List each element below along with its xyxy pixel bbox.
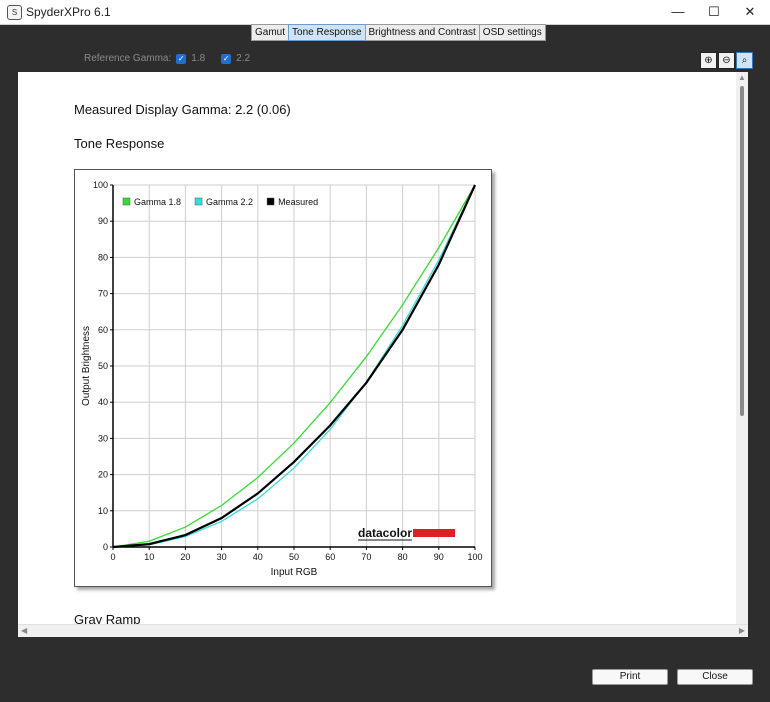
y-tick-label: 70 [98, 289, 108, 299]
y-tick-label: 10 [98, 506, 108, 516]
tab-brightness-contrast[interactable]: Brightness and Contrast [364, 24, 480, 41]
legend-swatch-gamma-2-2 [194, 197, 203, 206]
x-tick-label: 60 [325, 552, 335, 562]
x-tick-label: 100 [467, 552, 482, 562]
vertical-scroll-thumb[interactable] [740, 86, 744, 416]
datacolor-logo-bar [413, 529, 456, 537]
vertical-scrollbar[interactable]: ▲ [736, 72, 748, 625]
x-tick-label: 90 [434, 552, 444, 562]
legend-label-gamma-2-2: Gamma 2.2 [206, 197, 253, 207]
y-tick-label: 90 [98, 216, 108, 226]
report-panel: Measured Display Gamma: 2.2 (0.06) Tone … [18, 72, 748, 637]
scroll-up-icon[interactable]: ▲ [738, 73, 746, 82]
x-tick-label: 0 [110, 552, 115, 562]
tone-response-heading: Tone Response [74, 136, 165, 151]
x-tick-label: 50 [289, 552, 299, 562]
title-bar: S SpyderXPro 6.1 — ☐ ✕ [0, 0, 770, 25]
y-axis-label: Output Brightness [81, 326, 92, 406]
y-tick-label: 100 [93, 180, 108, 190]
gamma-1-8-checkbox[interactable]: ✓ [176, 53, 187, 64]
chart-svg: 0 10 20 30 40 50 60 70 80 90 100 0 10 20 30 40 50 60 70 80 9… [81, 180, 483, 578]
y-tick-label: 20 [98, 470, 108, 480]
gamma-1-8-label: 1.8 [191, 53, 206, 64]
app-icon: S [7, 5, 22, 20]
gamma-2-2-label: 2.2 [236, 53, 251, 64]
x-tick-label: 80 [398, 552, 408, 562]
x-tick-label: 10 [144, 552, 154, 562]
tab-bar: Gamut Tone Response Brightness and Contr… [251, 24, 546, 41]
reference-gamma-bar: Reference Gamma: ✓ 1.8 ✓ 2.2 [84, 53, 250, 64]
y-tick-label: 50 [98, 361, 108, 371]
tab-osd-settings[interactable]: OSD settings [478, 24, 546, 41]
x-axis-label: Input RGB [271, 567, 318, 578]
horizontal-scrollbar[interactable]: ◀ ▶ [18, 624, 748, 637]
y-tick-label: 30 [98, 433, 108, 443]
scroll-left-icon[interactable]: ◀ [21, 626, 27, 635]
tab-tone-response[interactable]: Tone Response [288, 24, 366, 41]
window-title: SpyderXPro 6.1 [26, 5, 111, 19]
tab-gamut[interactable]: Gamut [251, 24, 290, 41]
tone-response-chart: 0 10 20 30 40 50 60 70 80 90 100 0 10 20 30 40 50 60 70 80 9… [74, 169, 492, 587]
gamma-2-2-checkbox[interactable]: ✓ [221, 53, 232, 64]
maximize-button[interactable]: ☐ [696, 0, 732, 24]
zoom-in-icon[interactable]: ⊕ [700, 52, 717, 69]
zoom-fit-icon[interactable]: ⌕ [736, 52, 753, 69]
x-tick-label: 30 [217, 552, 227, 562]
zoom-out-icon[interactable]: ⊖ [718, 52, 735, 69]
x-tick-label: 40 [253, 552, 263, 562]
print-button[interactable]: Print [592, 669, 668, 685]
close-button[interactable]: Close [677, 669, 753, 685]
close-window-button[interactable]: ✕ [732, 0, 768, 24]
minimize-button[interactable]: — [660, 0, 696, 24]
scroll-right-icon[interactable]: ▶ [739, 626, 745, 635]
y-tick-label: 0 [103, 542, 108, 552]
y-tick-label: 80 [98, 252, 108, 262]
reference-gamma-label: Reference Gamma: [84, 53, 172, 64]
legend-label-measured: Measured [278, 197, 318, 207]
y-tick-label: 40 [98, 397, 108, 407]
x-tick-label: 20 [180, 552, 190, 562]
datacolor-logo: datacolor [358, 526, 412, 540]
x-tick-label: 70 [361, 552, 371, 562]
legend-swatch-gamma-1-8 [122, 197, 131, 206]
legend-label-gamma-1-8: Gamma 1.8 [134, 197, 181, 207]
y-tick-label: 60 [98, 325, 108, 335]
measured-gamma-heading: Measured Display Gamma: 2.2 (0.06) [74, 102, 291, 117]
legend-swatch-measured [266, 197, 275, 206]
